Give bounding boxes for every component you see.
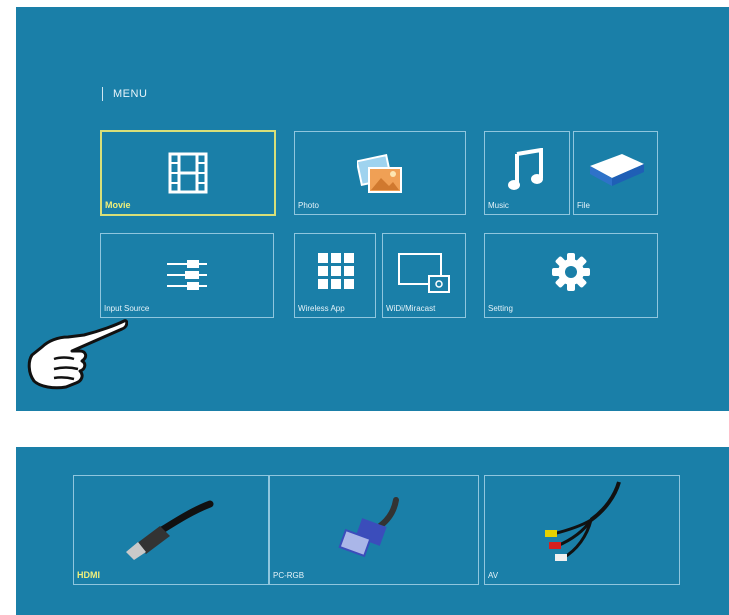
menu-tile-label: Input Source xyxy=(104,304,150,313)
book-icon xyxy=(590,154,644,186)
source-tile-hdmi[interactable]: HDMI xyxy=(73,475,269,585)
menu-tile-label: Setting xyxy=(488,304,513,313)
film-icon xyxy=(168,152,208,194)
app-grid-icon xyxy=(318,253,354,289)
main-menu-panel: MENU Movie Photo Music File Input Source… xyxy=(16,7,729,411)
source-tile-label: PC-RGB xyxy=(273,571,305,580)
menu-tile-label: Movie xyxy=(105,200,131,210)
vga-cable-icon xyxy=(338,497,399,558)
screen-mirroring-icon xyxy=(398,253,450,293)
menu-tile-label: Photo xyxy=(298,201,319,210)
menu-tile-label: File xyxy=(577,201,590,210)
menu-tile-wireless-app[interactable]: Wireless App xyxy=(294,233,376,318)
menu-tile-movie[interactable]: Movie xyxy=(100,130,276,216)
menu-tile-file[interactable]: File xyxy=(573,131,658,215)
source-tile-pc-rgb[interactable]: PC-RGB xyxy=(269,475,479,585)
menu-title: MENU xyxy=(102,87,147,101)
menu-tile-label: Wireless App xyxy=(298,304,345,313)
av-cable-icon xyxy=(545,481,621,561)
photo-icon xyxy=(357,154,402,193)
input-source-panel: HDMI PC-RGB AV xyxy=(16,447,729,615)
menu-tile-photo[interactable]: Photo xyxy=(294,131,466,215)
source-tile-label: HDMI xyxy=(77,570,100,580)
gear-icon xyxy=(552,253,590,291)
cable-plug-icon xyxy=(167,260,207,290)
menu-tile-widi-miracast[interactable]: WiDi/Miracast xyxy=(382,233,466,318)
music-note-icon xyxy=(508,148,543,190)
hdmi-cable-icon xyxy=(126,500,214,560)
source-tile-av[interactable]: AV xyxy=(484,475,680,585)
menu-tile-setting[interactable]: Setting xyxy=(484,233,658,318)
menu-tile-input-source[interactable]: Input Source xyxy=(100,233,274,318)
source-tile-label: AV xyxy=(488,571,499,580)
menu-tile-music[interactable]: Music xyxy=(484,131,570,215)
menu-tile-label: Music xyxy=(488,201,509,210)
menu-tile-label: WiDi/Miracast xyxy=(386,304,436,313)
pointing-hand-icon xyxy=(27,319,128,390)
